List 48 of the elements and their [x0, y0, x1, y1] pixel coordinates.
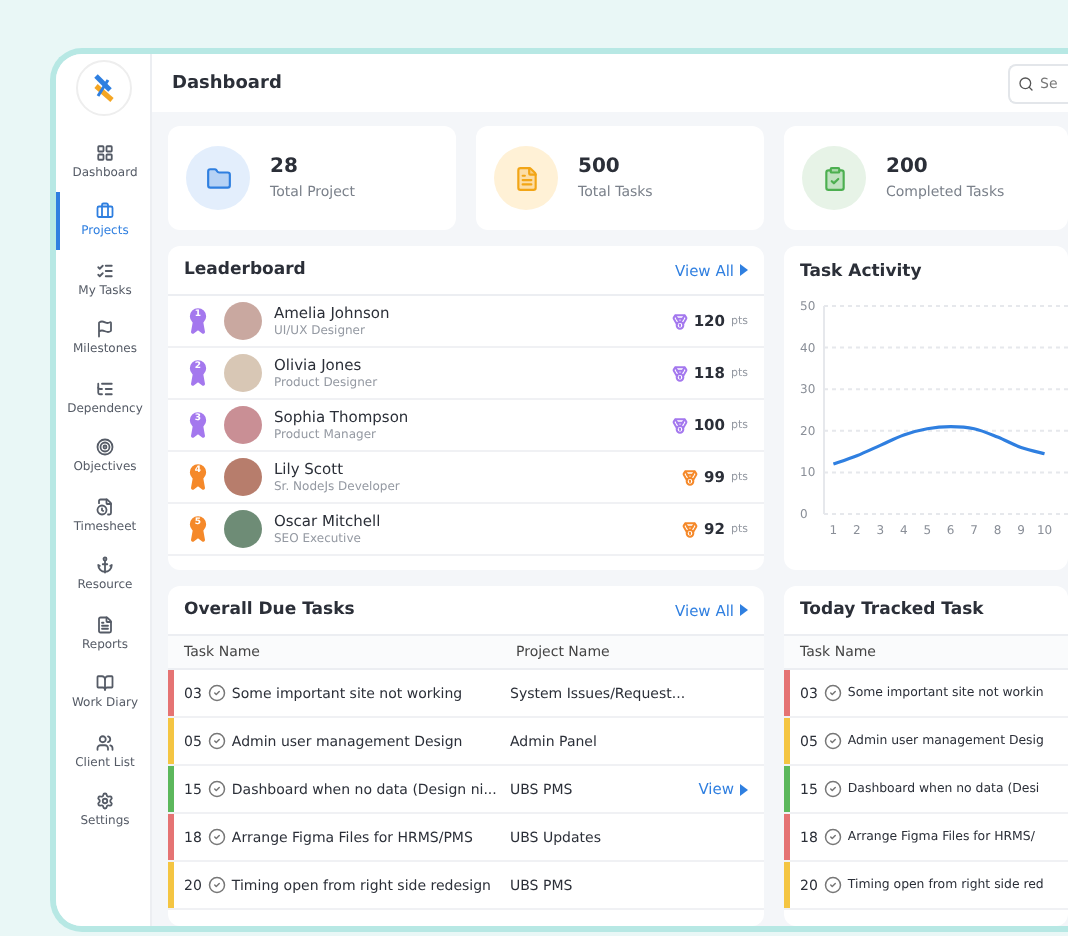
- nav-icon: [96, 733, 114, 752]
- avatar: [224, 510, 262, 548]
- caret-icon: [740, 604, 748, 616]
- document-icon: [513, 165, 539, 191]
- avatar: [224, 458, 262, 496]
- nav-icon: [96, 674, 114, 693]
- check-circle-icon: [207, 828, 226, 846]
- nav-icon: [96, 261, 114, 280]
- medal-icon: [671, 313, 688, 329]
- avatar: [224, 354, 262, 392]
- panel-title: Task Activity: [800, 261, 922, 281]
- check-circle-icon: [207, 732, 226, 750]
- nav-icon: [96, 497, 114, 516]
- stat-value: 28: [270, 156, 300, 178]
- nav-icon: [96, 202, 114, 221]
- medal-icon: [671, 417, 688, 433]
- check-circle-icon: [823, 684, 842, 702]
- check-circle-icon: [207, 876, 226, 894]
- panel-title: Overall Due Tasks: [184, 600, 355, 620]
- nav-icon: [96, 792, 114, 811]
- medal-icon: [682, 521, 699, 537]
- caret-icon: [740, 264, 748, 276]
- avatar: [224, 406, 262, 444]
- check-circle-icon: [207, 684, 226, 702]
- page-title: Dashboard: [172, 73, 282, 93]
- check-circle-icon: [207, 780, 226, 798]
- stat-value: 500: [578, 156, 622, 178]
- medal-icon: [682, 469, 699, 485]
- logo-icon: [89, 72, 117, 104]
- caret-icon: [740, 783, 748, 795]
- medal-icon: [671, 365, 688, 381]
- clipboard-icon: [821, 165, 847, 191]
- panel-title: Leaderboard: [184, 260, 306, 280]
- check-circle-icon: [823, 732, 842, 750]
- check-circle-icon: [823, 780, 842, 798]
- stat-value: 200: [886, 156, 930, 178]
- panel-title: Today Tracked Task: [800, 600, 984, 620]
- check-circle-icon: [823, 828, 842, 846]
- nav-icon: [96, 379, 114, 398]
- avatar: [224, 302, 262, 340]
- nav-icon: [96, 320, 114, 339]
- check-circle-icon: [823, 876, 842, 894]
- nav-icon: [96, 615, 114, 634]
- nav-icon: [96, 143, 114, 162]
- folder-icon: [205, 165, 231, 191]
- search-icon: [1018, 75, 1034, 91]
- nav-icon: [96, 556, 114, 575]
- nav-icon: [96, 438, 114, 457]
